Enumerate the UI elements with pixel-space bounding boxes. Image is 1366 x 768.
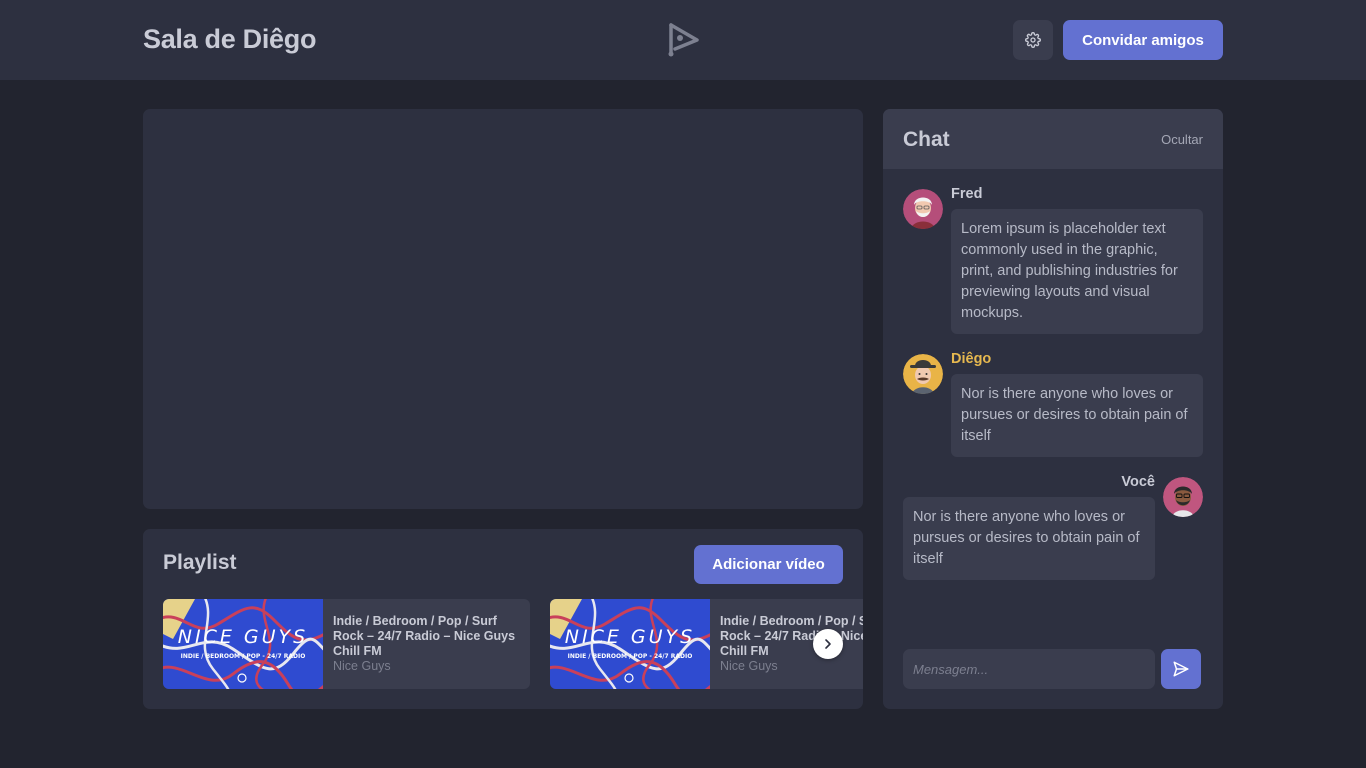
message-bubble: Nor is there anyone who loves or pursues… (951, 374, 1203, 457)
message-author: Fred (951, 186, 983, 202)
chat-panel: Chat Ocultar Fred Lorem ipsum is placeho… (883, 109, 1223, 709)
thumbnail-title: NICE GUYS (565, 626, 695, 648)
video-channel: Nice Guys (720, 659, 778, 673)
playlist-item[interactable]: NICE GUYS INDIE / BEDROOM / POP - 24/7 R… (163, 599, 530, 689)
avatar (903, 354, 943, 394)
room-title: Sala de Diêgo (143, 24, 317, 54)
video-channel: Nice Guys (333, 659, 391, 673)
message-author: Você (1121, 474, 1155, 490)
playlist-title: Playlist (163, 551, 237, 574)
video-thumbnail: NICE GUYS INDIE / BEDROOM / POP - 24/7 R… (550, 599, 710, 689)
video-thumbnail: NICE GUYS INDIE / BEDROOM / POP - 24/7 R… (163, 599, 323, 689)
top-bar: Sala de Diêgo Convidar amigos (0, 0, 1366, 80)
avatar (903, 189, 943, 229)
playlist-carousel: NICE GUYS INDIE / BEDROOM / POP - 24/7 R… (163, 599, 863, 689)
playlist-next-button[interactable] (813, 629, 843, 659)
send-icon (1173, 661, 1189, 677)
settings-button[interactable] (1013, 20, 1053, 60)
video-title: Indie / Bedroom / Pop / Surf Rock – 24/7… (333, 614, 516, 658)
message-bubble: Lorem ipsum is placeholder text commonly… (951, 209, 1203, 334)
message-bubble: Nor is there anyone who loves or pursues… (903, 497, 1155, 580)
playlist-panel: Playlist Adicionar vídeo NICE GUYS INDIE… (143, 529, 863, 709)
chevron-right-icon (825, 639, 831, 649)
add-video-button[interactable]: Adicionar vídeo (694, 545, 843, 584)
invite-friends-button[interactable]: Convidar amigos (1063, 20, 1223, 60)
thumbnail-subtitle: INDIE / BEDROOM / POP - 24/7 RADIO (568, 653, 693, 660)
chat-title: Chat (903, 128, 950, 151)
send-button[interactable] (1161, 649, 1201, 689)
fred-avatar-icon (903, 189, 943, 229)
user-avatar-icon (1163, 477, 1203, 517)
chat-header: Chat Ocultar (883, 109, 1223, 169)
gear-icon (1025, 32, 1041, 48)
video-title: Indie / Bedroom / Pop / Surf Rock – 24/7… (720, 614, 863, 658)
message-author: Diêgo (951, 351, 992, 367)
play-logo-icon (668, 23, 699, 57)
avatar (1163, 477, 1203, 517)
message-input[interactable] (903, 649, 1155, 689)
video-player[interactable] (143, 109, 863, 509)
diego-avatar-icon (903, 354, 943, 394)
thumbnail-title: NICE GUYS (178, 626, 308, 648)
hide-chat-button[interactable]: Ocultar (1161, 132, 1203, 147)
thumbnail-subtitle: INDIE / BEDROOM / POP - 24/7 RADIO (181, 653, 306, 660)
